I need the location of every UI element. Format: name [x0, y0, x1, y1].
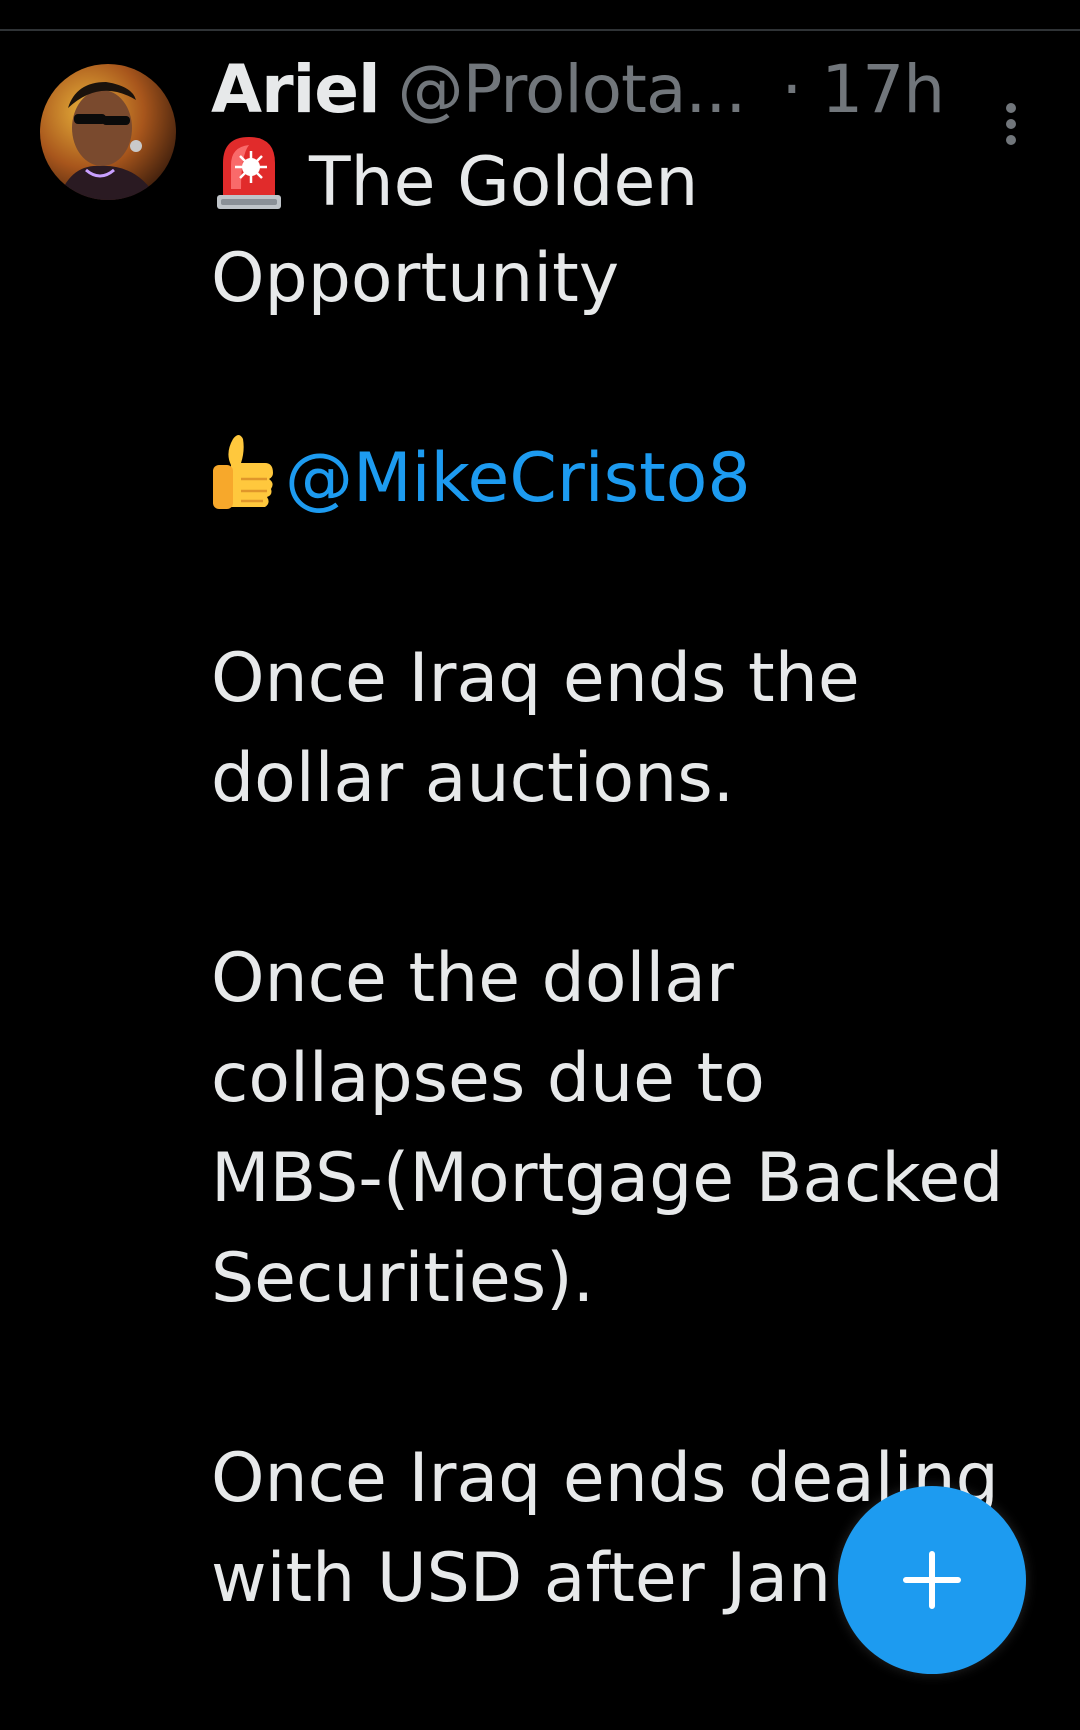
- paragraph1-line2: dollar auctions.: [211, 739, 735, 818]
- mention-line: @MikeCristo8: [211, 429, 1071, 529]
- mention-link[interactable]: @MikeCristo8: [285, 439, 751, 518]
- tweet-title-line2: Opportunity: [211, 239, 620, 318]
- paragraph1-line1: Once Iraq ends the: [211, 639, 860, 718]
- author-display-name[interactable]: Ariel: [211, 51, 381, 128]
- compose-button[interactable]: [838, 1486, 1026, 1674]
- tweet-title-line1: The Golden: [309, 143, 699, 222]
- paragraph2-line1: Once the dollar: [211, 939, 734, 1018]
- author-handle[interactable]: @Prolota...: [398, 51, 747, 128]
- plus-icon: [903, 1551, 961, 1609]
- paragraph2-line4: Securities).: [211, 1239, 595, 1318]
- avatar-image: [40, 64, 176, 200]
- tweet[interactable]: Ariel @Prolota... · 17h The Golden Oppor…: [0, 31, 1080, 1730]
- tweet-timestamp[interactable]: · 17h: [781, 51, 945, 128]
- tweet-text: The Golden Opportunity @MikeCristo8 Once…: [211, 129, 1071, 1629]
- tweet-header: Ariel @Prolota... · 17h: [211, 49, 1051, 129]
- avatar[interactable]: [40, 64, 176, 200]
- police-siren-emoji-icon: [211, 129, 287, 243]
- tweet-title-line: The Golden: [211, 129, 1071, 229]
- thumbs-up-emoji-icon: [211, 429, 277, 543]
- paragraph2-line3: MBS-(Mortgage Backed: [211, 1139, 1004, 1218]
- paragraph2-line2: collapses due to: [211, 1039, 765, 1118]
